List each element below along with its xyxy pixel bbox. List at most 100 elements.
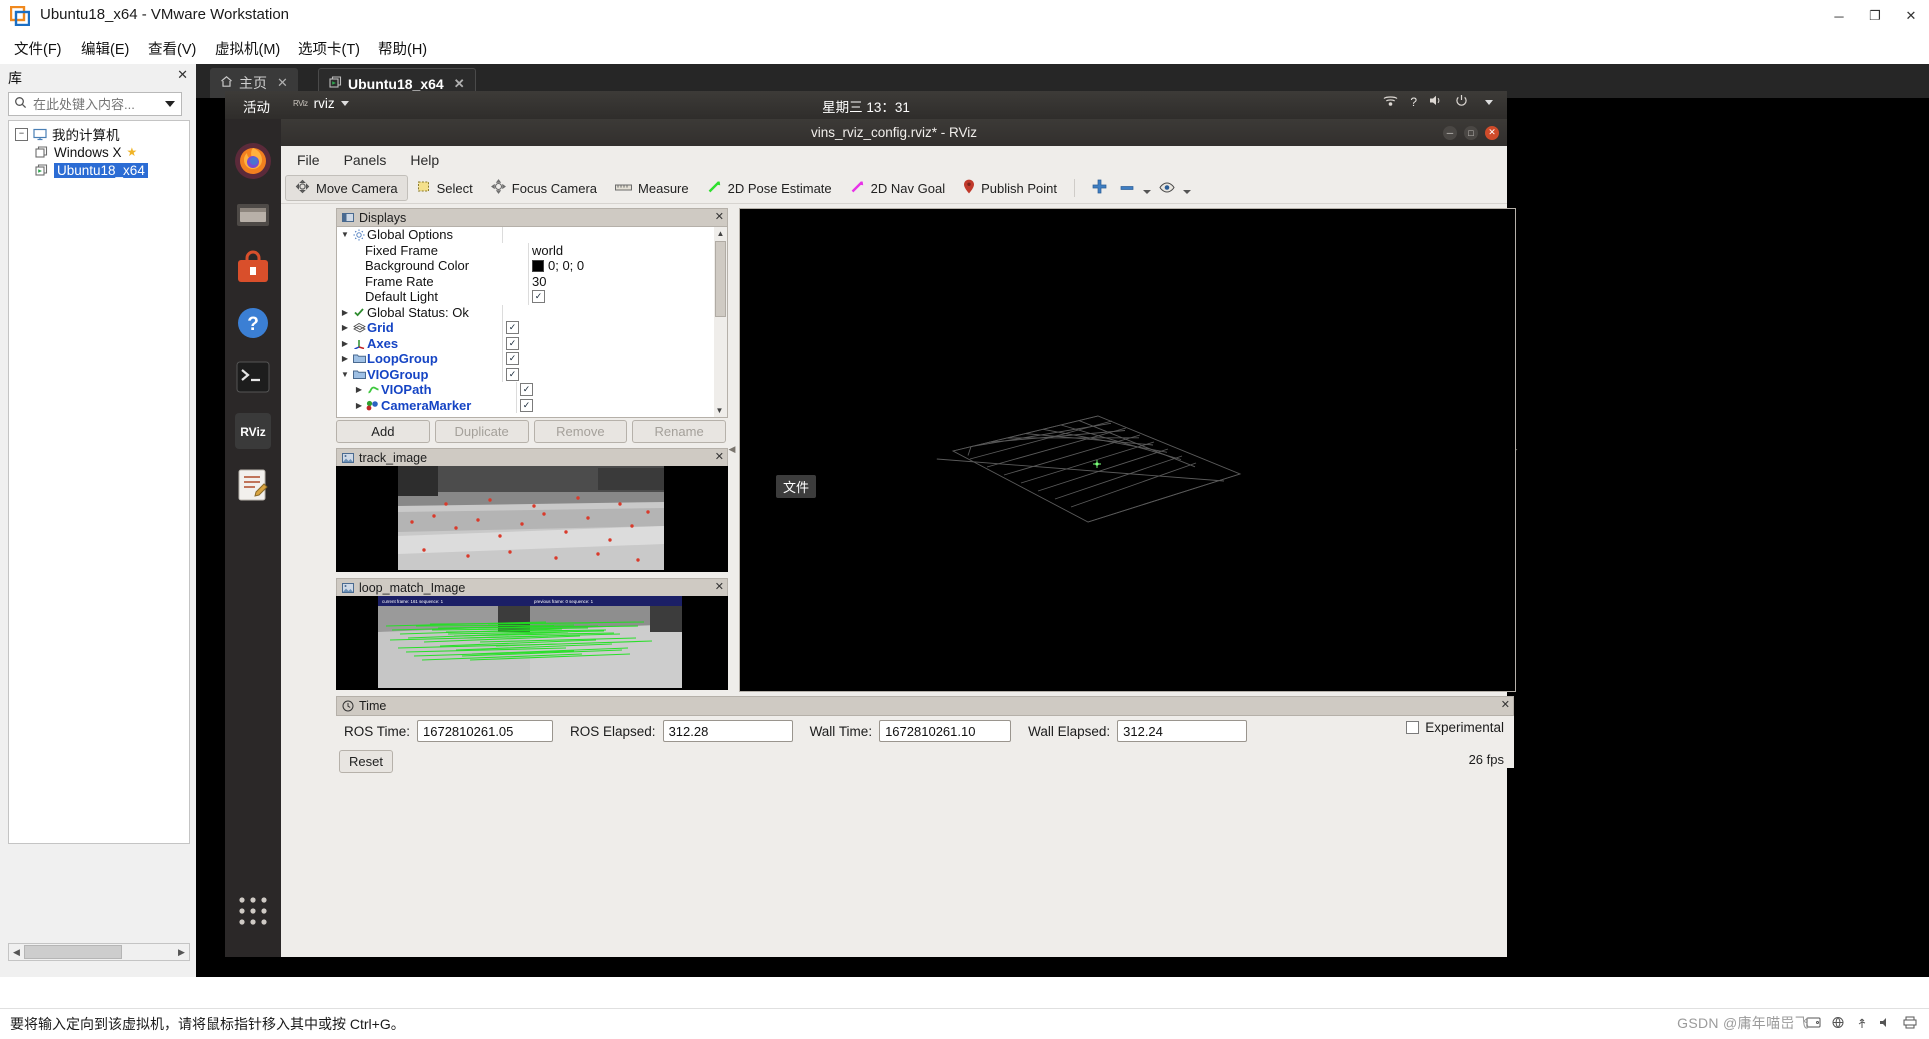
dock-files[interactable]	[231, 193, 275, 237]
scroll-left-icon[interactable]: ◀	[9, 945, 24, 959]
usb-icon[interactable]	[1855, 1016, 1869, 1032]
tree-item-ubuntu18-x64[interactable]: Ubuntu18_x64	[9, 161, 189, 179]
scrollbar-thumb[interactable]	[715, 241, 726, 317]
display-row-global-status[interactable]: ▶ Global Status: Ok	[337, 304, 727, 320]
expander-icon[interactable]: ▶	[339, 354, 351, 363]
tool-select[interactable]: Select	[408, 176, 482, 200]
dock-text-editor[interactable]	[231, 463, 275, 507]
add-button[interactable]: Add	[336, 420, 430, 443]
tool-visibility[interactable]	[1155, 176, 1195, 200]
scrollbar-thumb[interactable]	[24, 945, 122, 959]
current-app-menu[interactable]: RViz rviz	[293, 96, 349, 111]
chevron-down-icon[interactable]	[1142, 190, 1151, 194]
search-dropdown-icon[interactable]	[165, 101, 175, 107]
power-icon[interactable]	[1455, 94, 1468, 110]
rviz-menu-help[interactable]: Help	[410, 152, 439, 168]
clock[interactable]: 星期三 13：31	[822, 96, 910, 116]
rviz-minimize-button[interactable]: ─	[1443, 125, 1457, 140]
rviz-maximize-button[interactable]: □	[1464, 125, 1478, 140]
remove-button[interactable]: Remove	[533, 420, 628, 443]
menu-help[interactable]: 帮助(H)	[370, 32, 435, 64]
vertical-splitter[interactable]: ◀	[728, 208, 736, 690]
dock-show-apps[interactable]	[231, 889, 275, 933]
search-input[interactable]	[31, 95, 165, 113]
rename-button[interactable]: Rename	[632, 420, 726, 443]
experimental-checkbox[interactable]	[1406, 721, 1420, 734]
loop-match-image-view[interactable]: current frame: 161 sequence: 1 previous …	[336, 596, 728, 690]
scroll-right-icon[interactable]: ▶	[174, 945, 189, 959]
ros-time-input[interactable]: 1672810261.05	[417, 720, 554, 742]
display-row-axes[interactable]: ▶ Axes ✓	[337, 335, 727, 351]
dock-rviz[interactable]: RViz	[231, 409, 275, 453]
3d-view[interactable]	[739, 208, 1516, 692]
display-row-grid[interactable]: ▶ Grid ✓	[337, 320, 727, 336]
display-row-loopgroup[interactable]: ▶ LoopGroup ✓	[337, 351, 727, 367]
reset-button[interactable]: Reset	[339, 750, 393, 773]
library-close-icon[interactable]: ✕	[177, 67, 188, 83]
maximize-button[interactable]: ❐	[1857, 0, 1893, 32]
menu-edit[interactable]: 编辑(E)	[73, 32, 137, 64]
display-checkbox[interactable]: ✓	[506, 321, 519, 335]
dock-help[interactable]: ?	[231, 301, 275, 345]
display-row-default-light[interactable]: Default Light ✓	[337, 289, 727, 305]
tree-item-my-computer[interactable]: − 我的计算机	[9, 125, 189, 143]
volume-icon[interactable]	[1429, 94, 1443, 110]
tool-add[interactable]	[1083, 176, 1116, 200]
menu-view[interactable]: 查看(V)	[140, 32, 204, 64]
display-row-viopath[interactable]: ▶ VIOPath ✓	[337, 382, 727, 398]
display-checkbox[interactable]: ✓	[520, 398, 533, 412]
expander-icon[interactable]: ▶	[339, 339, 351, 348]
display-row-value[interactable]: 30	[528, 273, 727, 289]
chevron-down-icon[interactable]	[1182, 190, 1191, 194]
track-image-panel-close-icon[interactable]: ✕	[715, 450, 724, 463]
display-checkbox[interactable]: ✓	[520, 383, 533, 397]
tool-2d-nav-goal[interactable]: 2D Nav Goal	[841, 176, 954, 200]
tool-2d-pose-estimate[interactable]: 2D Pose Estimate	[698, 176, 841, 200]
tree-item-windows-x[interactable]: Windows X ★	[9, 143, 189, 161]
tool-focus-camera[interactable]: Focus Camera	[482, 176, 606, 200]
wall-time-input[interactable]: 1672810261.10	[879, 720, 1012, 742]
tool-measure[interactable]: Measure	[606, 176, 698, 200]
duplicate-button[interactable]: Duplicate	[434, 420, 529, 443]
displays-panel-close-icon[interactable]: ✕	[715, 210, 724, 223]
loop-match-panel-close-icon[interactable]: ✕	[715, 580, 724, 593]
rviz-menu-panels[interactable]: Panels	[344, 152, 387, 168]
network-icon[interactable]	[1383, 94, 1398, 110]
expander-icon[interactable]: ▶	[339, 308, 351, 317]
tab-close-icon[interactable]: ✕	[454, 76, 465, 92]
tool-publish-point[interactable]: Publish Point	[954, 176, 1066, 200]
chevron-down-icon[interactable]	[1485, 99, 1493, 105]
display-row-global-options[interactable]: ▼ Global Options	[337, 227, 727, 243]
tool-move-camera[interactable]: Move Camera	[285, 175, 408, 201]
display-row-fixed-frame[interactable]: Fixed Frame world	[337, 242, 727, 258]
expander-icon[interactable]: −	[15, 127, 28, 141]
scroll-down-icon[interactable]: ▼	[714, 404, 725, 417]
tab-close-icon[interactable]: ✕	[277, 75, 288, 91]
track-image-view[interactable]	[336, 466, 728, 572]
sound-status-icon[interactable]	[1879, 1016, 1893, 1032]
displays-scrollbar[interactable]: ▲ ▼	[714, 226, 728, 418]
help-icon[interactable]: ?	[1410, 95, 1417, 109]
display-checkbox[interactable]: ✓	[506, 336, 519, 350]
dock-terminal[interactable]	[231, 355, 275, 399]
tool-remove[interactable]	[1116, 176, 1155, 200]
wall-elapsed-input[interactable]: 312.24	[1117, 720, 1248, 742]
time-panel-close-icon[interactable]: ✕	[1501, 698, 1510, 711]
display-row-background-color[interactable]: Background Color 0; 0; 0	[337, 258, 727, 274]
system-tray[interactable]: ?	[1383, 94, 1493, 110]
display-row-value[interactable]: 0; 0; 0	[528, 258, 727, 274]
activities-button[interactable]: 活动	[243, 96, 270, 116]
minimize-button[interactable]: ─	[1821, 0, 1857, 32]
rviz-menu-file[interactable]: File	[297, 152, 320, 168]
scroll-up-icon[interactable]: ▲	[714, 227, 727, 240]
library-horizontal-scrollbar[interactable]: ◀ ▶	[8, 943, 190, 961]
menu-tabs[interactable]: 选项卡(T)	[290, 32, 368, 64]
display-row-viogroup[interactable]: ▼ VIOGroup ✓	[337, 366, 727, 382]
expander-icon[interactable]: ▶	[353, 401, 365, 410]
display-row-cameramarker[interactable]: ▶ CameraMarker ✓	[337, 397, 727, 413]
display-row-frame-rate[interactable]: Frame Rate 30	[337, 273, 727, 289]
expander-icon[interactable]: ▶	[339, 323, 351, 332]
expander-icon[interactable]: ▼	[339, 370, 351, 379]
menu-file[interactable]: 文件(F)	[6, 32, 70, 64]
display-row-value[interactable]: world	[528, 242, 727, 258]
